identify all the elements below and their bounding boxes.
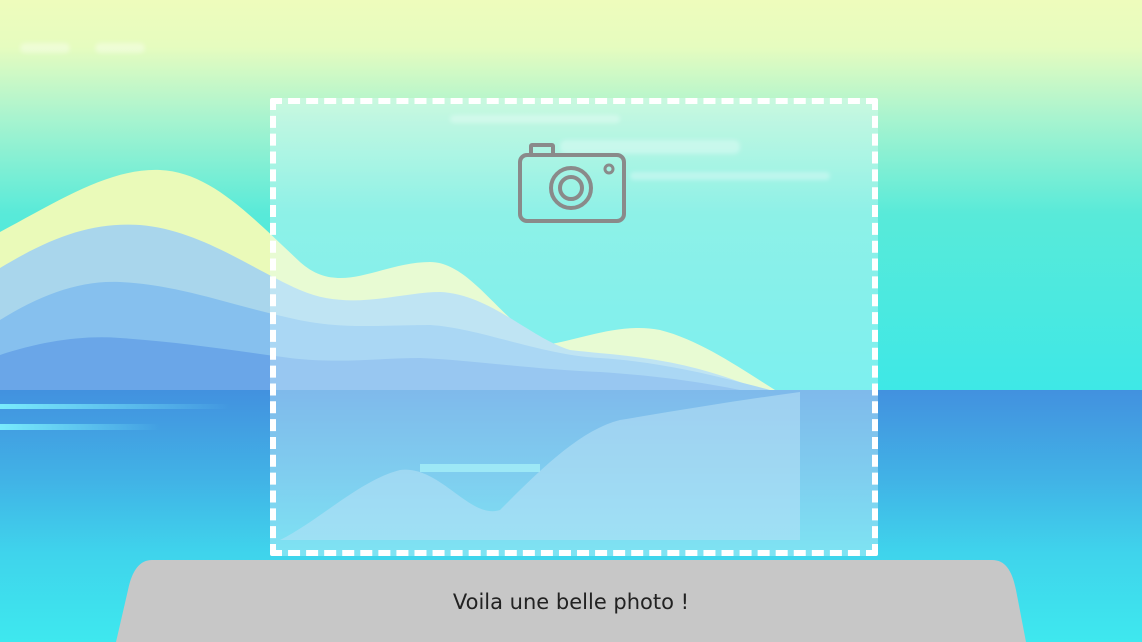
game-scene: Voila une belle photo ! [0, 0, 1142, 642]
water-shine [0, 404, 230, 409]
caption-text: Voila une belle photo ! [452, 590, 690, 614]
camera-icon[interactable] [517, 143, 627, 227]
water-shine [0, 424, 160, 430]
